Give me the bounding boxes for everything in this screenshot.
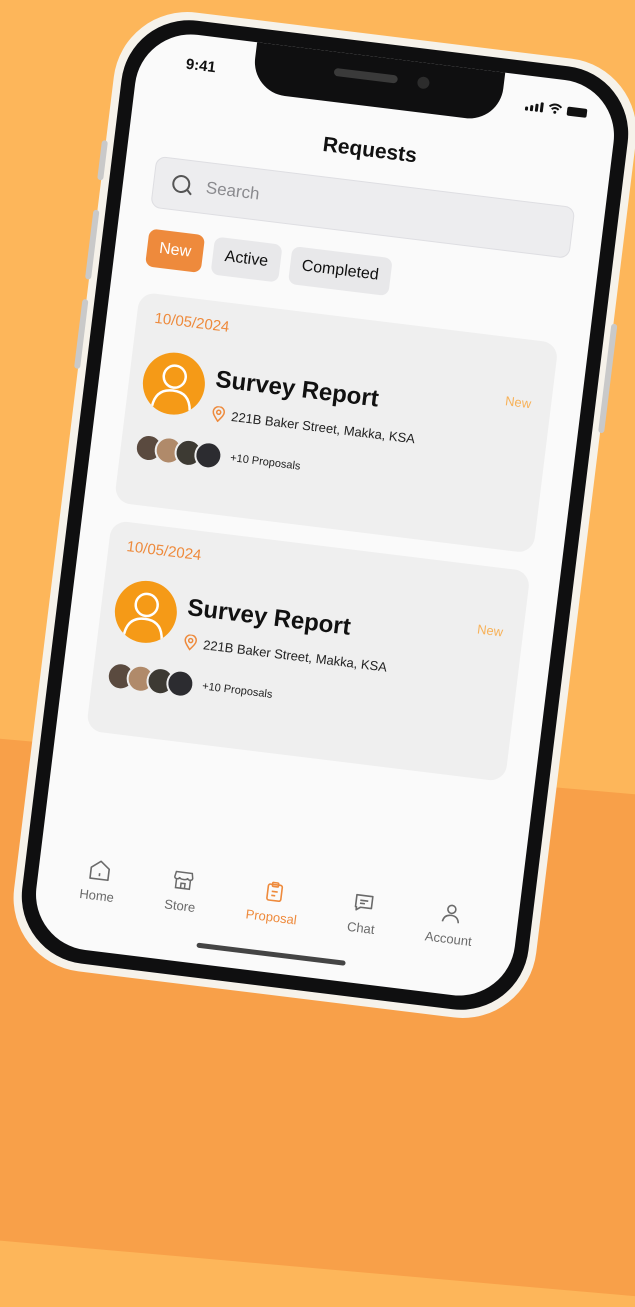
request-title: Survey Report — [214, 365, 381, 413]
nav-item-store[interactable]: Store — [164, 867, 200, 915]
address-text: 221B Baker Street, Makka, KSA — [230, 408, 416, 446]
user-avatar — [111, 577, 181, 647]
proposals-count: +10 Proposals — [201, 680, 274, 701]
proposals-row[interactable]: +10 Proposals — [133, 432, 302, 480]
nav-label: Store — [163, 896, 197, 916]
nav-label: Home — [78, 885, 115, 906]
tab-active[interactable]: Active — [210, 236, 283, 283]
request-card[interactable]: 10/05/2024 New Survey Report 221B Baker … — [113, 291, 559, 554]
status-badge: New — [476, 621, 504, 640]
request-date: 10/05/2024 — [125, 538, 203, 565]
request-card[interactable]: 10/05/2024 New Survey Report 221B Baker … — [85, 520, 531, 782]
store-icon — [173, 870, 194, 891]
location-pin-icon — [212, 405, 225, 423]
address-text: 221B Baker Street, Makka, KSA — [202, 636, 388, 675]
clipboard-icon — [265, 881, 283, 902]
proposals-row[interactable]: +10 Proposals — [105, 660, 274, 709]
user-icon — [441, 904, 460, 924]
nav-label: Proposal — [244, 906, 298, 928]
user-avatar — [139, 349, 209, 419]
camera — [416, 76, 431, 90]
home-icon — [88, 860, 110, 882]
request-address: 221B Baker Street, Makka, KSA — [211, 405, 416, 446]
search-icon — [171, 174, 193, 196]
wifi-icon — [548, 103, 563, 114]
nav-item-account[interactable]: Account — [424, 899, 476, 949]
filter-tabs: New Active Completed — [144, 228, 393, 297]
proposer-avatar — [192, 439, 225, 471]
battery-icon — [566, 106, 588, 118]
user-icon — [122, 592, 163, 640]
status-time: 9:41 — [184, 55, 217, 77]
location-pin-icon — [184, 634, 197, 651]
status-badge: New — [504, 393, 533, 412]
nav-item-chat[interactable]: Chat — [346, 889, 379, 937]
home-indicator[interactable] — [196, 942, 346, 966]
nav-label: Account — [424, 928, 473, 949]
tab-completed[interactable]: Completed — [287, 245, 393, 297]
nav-label: Chat — [346, 918, 376, 938]
request-date: 10/05/2024 — [153, 309, 231, 336]
speaker — [333, 67, 399, 84]
bottom-nav: Home Store Proposal Chat Account — [35, 851, 519, 954]
tab-new[interactable]: New — [144, 228, 206, 274]
signal-icon — [524, 100, 544, 113]
search-input[interactable] — [202, 176, 488, 234]
nav-item-proposal[interactable]: Proposal — [245, 877, 301, 928]
chat-icon — [354, 893, 374, 911]
proposals-count: +10 Proposals — [229, 452, 302, 473]
proposer-avatar — [164, 668, 196, 700]
user-icon — [150, 364, 191, 411]
nav-item-home[interactable]: Home — [79, 856, 119, 905]
phone-mockup: 9:41 Requests New Active Completed — [5, 3, 635, 1027]
status-icons — [524, 99, 588, 118]
request-address: 221B Baker Street, Makka, KSA — [183, 634, 388, 675]
request-title: Survey Report — [186, 594, 353, 641]
